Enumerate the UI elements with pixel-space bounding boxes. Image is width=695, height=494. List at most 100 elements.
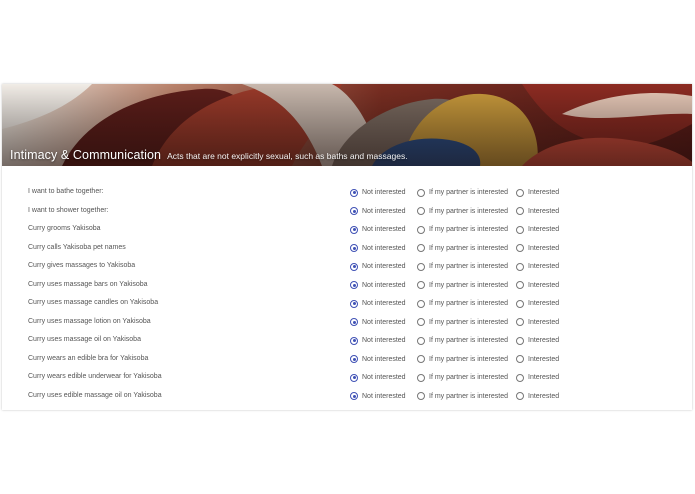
answer-option-not-interested[interactable]: Not interested [350,336,406,345]
radio-button[interactable] [350,392,358,400]
answer-option-not-interested[interactable]: Not interested [350,262,406,271]
answer-option-not-interested[interactable]: Not interested [350,207,406,216]
radio-button[interactable] [516,188,524,197]
radio-button[interactable] [350,244,358,252]
radio-button[interactable] [417,373,425,382]
radio-button[interactable] [417,262,425,271]
answer-option-not-interested[interactable]: Not interested [350,188,406,197]
answer-option-if-partner-interested[interactable]: If my partner is interested [417,188,508,197]
answer-option-if-partner-interested[interactable]: If my partner is interested [417,225,508,234]
option-label: Not interested [362,300,406,307]
option-label: Interested [528,355,560,363]
option-label: If my partner is interested [429,207,508,215]
radio-button[interactable] [516,318,524,326]
answer-option-interested[interactable]: Interested [516,373,559,382]
answer-option-if-partner-interested[interactable]: If my partner is interested [417,318,508,327]
answer-option-interested[interactable]: Interested [516,244,559,253]
answer-option-not-interested[interactable]: Not interested [350,392,406,401]
radio-button[interactable] [417,188,425,197]
option-label: Interested [528,337,560,344]
answer-option-interested[interactable]: Interested [516,281,559,290]
answer-option-interested[interactable]: Interested [516,207,559,216]
answer-option-not-interested[interactable]: Not interested [350,373,406,382]
answer-option-not-interested[interactable]: Not interested [350,225,406,234]
radio-button[interactable] [350,188,358,197]
option-label: If my partner is interested [429,189,508,196]
radio-button[interactable] [417,207,425,215]
answer-option-interested[interactable]: Interested [516,336,559,345]
option-label: If my partner is interested [429,244,508,252]
option-label: Not interested [362,244,406,252]
radio-button[interactable] [350,225,358,234]
radio-button[interactable] [516,336,524,345]
radio-button[interactable] [516,244,524,252]
answer-option-if-partner-interested[interactable]: If my partner is interested [417,299,508,308]
answer-option-if-partner-interested[interactable]: If my partner is interested [417,262,508,271]
answer-option-interested[interactable]: Interested [516,318,559,327]
radio-button[interactable] [350,373,358,382]
question-label: Curry uses massage lotion on Yakisoba [28,317,151,325]
answer-option-not-interested[interactable]: Not interested [350,299,406,308]
question-label: Curry wears edible underwear for Yakisob… [28,373,162,380]
radio-button[interactable] [516,281,524,289]
question-label: Curry calls Yakisoba pet names [28,243,126,251]
radio-button[interactable] [350,281,358,289]
question-label: Curry uses massage candles on Yakisoba [28,299,159,306]
question-label: Curry wears an edible bra for Yakisoba [28,354,149,362]
radio-button[interactable] [350,336,358,345]
option-label: If my partner is interested [429,300,508,307]
radio-button[interactable] [417,281,425,289]
radio-button[interactable] [350,207,358,215]
radio-button[interactable] [350,355,358,363]
answer-option-interested[interactable]: Interested [516,188,559,197]
answer-option-if-partner-interested[interactable]: If my partner is interested [417,392,508,401]
answer-option-if-partner-interested[interactable]: If my partner is interested [417,244,508,253]
radio-button[interactable] [516,373,524,382]
radio-button[interactable] [516,207,524,215]
radio-button[interactable] [516,225,524,234]
option-label: Not interested [362,374,406,381]
radio-button[interactable] [350,262,358,271]
answer-option-if-partner-interested[interactable]: If my partner is interested [417,373,508,382]
question-row: Curry grooms Yakisoba Not interested If my… [2,224,692,243]
question-row: Curry gives massages to Yakisoba Not inte… [2,261,692,280]
header-banner: Intimacy & Communication Acts that are no… [2,84,692,166]
answer-option-interested[interactable]: Interested [516,355,559,364]
option-label: If my partner is interested [429,374,508,381]
question-row: Curry wears an edible bra for Yakisoba No… [2,354,692,373]
radio-button[interactable] [350,299,358,308]
answer-option-interested[interactable]: Interested [516,392,559,401]
answer-option-not-interested[interactable]: Not interested [350,244,406,253]
radio-button[interactable] [516,299,524,308]
radio-button[interactable] [417,336,425,345]
option-label: Interested [528,281,560,289]
radio-button[interactable] [417,244,425,252]
option-label: Interested [528,263,560,270]
answer-option-not-interested[interactable]: Not interested [350,281,406,290]
radio-button[interactable] [417,225,425,234]
radio-button[interactable] [350,318,358,326]
answer-option-not-interested[interactable]: Not interested [350,355,406,364]
radio-button[interactable] [417,318,425,326]
answer-option-not-interested[interactable]: Not interested [350,318,406,327]
radio-button[interactable] [417,392,425,400]
option-label: If my partner is interested [429,226,508,233]
answer-option-if-partner-interested[interactable]: If my partner is interested [417,207,508,216]
answer-option-interested[interactable]: Interested [516,299,559,308]
answer-option-interested[interactable]: Interested [516,225,559,234]
radio-button[interactable] [417,299,425,308]
answer-option-if-partner-interested[interactable]: If my partner is interested [417,281,508,290]
question-row: Curry uses massage candles on Yakisoba No… [2,298,692,317]
radio-button[interactable] [516,262,524,271]
answer-option-if-partner-interested[interactable]: If my partner is interested [417,355,508,364]
option-label: Interested [528,207,560,215]
answer-option-if-partner-interested[interactable]: If my partner is interested [417,336,508,345]
question-row: I want to bathe together: Not interested I… [2,187,692,206]
radio-button[interactable] [516,355,524,363]
radio-button[interactable] [516,392,524,400]
answer-option-interested[interactable]: Interested [516,262,559,271]
radio-button[interactable] [417,355,425,363]
question-label: Curry uses massage bars on Yakisoba [28,280,148,288]
option-label: Interested [528,318,560,326]
survey-card: Intimacy & Communication Acts that are no… [2,84,692,410]
